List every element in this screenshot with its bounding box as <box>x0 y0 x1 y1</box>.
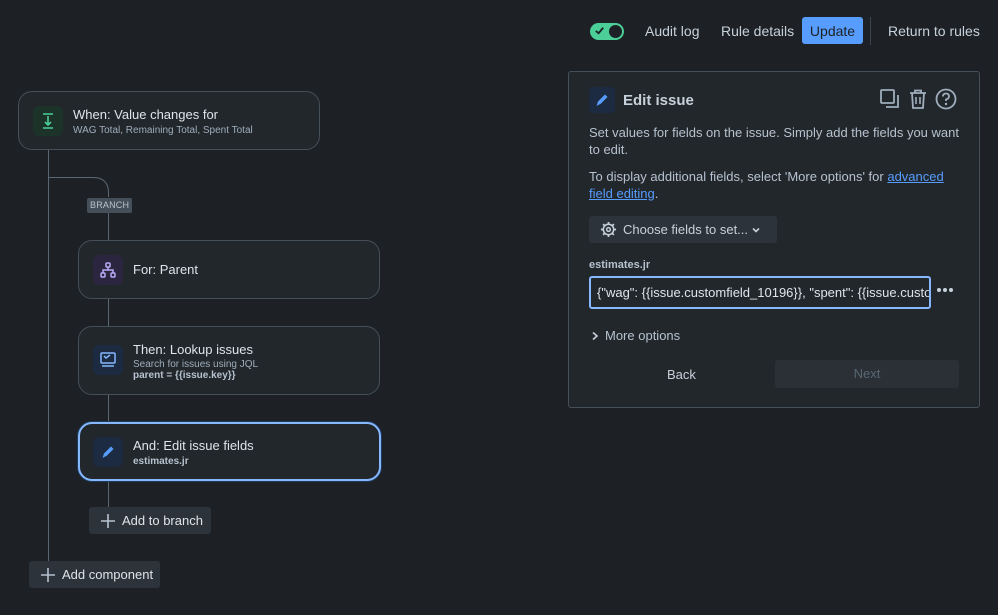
flow-connector <box>108 213 109 240</box>
flow-connector <box>48 177 94 178</box>
panel-title: Edit issue <box>623 92 694 109</box>
more-options-label: More options <box>605 328 681 343</box>
add-component-label: Add component <box>62 567 154 582</box>
advanced-hint-end: . <box>654 186 659 201</box>
choose-fields-dropdown[interactable]: Choose fields to set... <box>589 216 777 243</box>
divider <box>870 17 871 45</box>
estimates-jr-input[interactable]: {"wag": {{issue.customfield_10196}}, "sp… <box>589 276 931 309</box>
rule-details-button[interactable]: Rule details <box>711 17 804 45</box>
trigger-card[interactable]: When: Value changes for WAG Total, Remai… <box>18 91 320 150</box>
plus-icon <box>41 568 55 582</box>
add-to-branch-button[interactable]: Add to branch <box>89 507 211 534</box>
pencil-icon <box>93 437 123 467</box>
lookup-subtitle: Search for issues using JQL <box>133 359 259 370</box>
lookup-icon <box>93 345 123 375</box>
trigger-title: When: Value changes for <box>73 107 219 122</box>
flow-connector <box>108 480 109 508</box>
edit-issue-panel: Edit issue Set values for fields on the … <box>568 71 980 408</box>
branch-title: For: Parent <box>133 262 199 277</box>
hierarchy-icon <box>93 255 123 285</box>
add-to-branch-label: Add to branch <box>122 513 203 528</box>
field-label-estimates-jr: estimates.jr <box>589 259 651 271</box>
lookup-jql: parent = {{issue.key}} <box>133 370 236 381</box>
back-button[interactable]: Back <box>667 367 696 382</box>
flow-connector <box>48 149 49 561</box>
branch-card[interactable]: For: Parent <box>78 240 380 299</box>
plus-icon <box>101 514 115 528</box>
field-change-icon <box>33 106 63 136</box>
return-to-rules-button[interactable]: Return to rules <box>878 17 990 45</box>
more-options-toggle[interactable]: More options <box>589 328 680 343</box>
lookup-title: Then: Lookup issues <box>133 342 253 357</box>
update-button[interactable]: Update <box>802 17 863 44</box>
add-component-button[interactable]: Add component <box>29 561 160 588</box>
rule-enabled-toggle[interactable] <box>590 23 624 40</box>
edit-subtitle: estimates.jr <box>133 456 189 467</box>
gear-icon <box>600 221 617 238</box>
chevron-down-icon <box>752 227 760 233</box>
help-icon[interactable] <box>935 88 957 110</box>
advanced-hint-text: To display additional fields, select 'Mo… <box>589 169 888 184</box>
flow-connector-curve <box>92 177 109 197</box>
next-button[interactable]: Next <box>775 360 959 388</box>
panel-actions <box>879 88 957 110</box>
duplicate-icon[interactable] <box>879 88 901 110</box>
check-icon <box>595 27 604 35</box>
pencil-icon <box>589 87 615 113</box>
toggle-knob <box>609 25 622 38</box>
panel-description-advanced: To display additional fields, select 'Mo… <box>589 168 959 202</box>
trigger-subtitle: WAG Total, Remaining Total, Spent Total <box>73 125 253 136</box>
edit-issue-card[interactable]: And: Edit issue fields estimates.jr <box>78 422 381 481</box>
flow-connector <box>108 298 109 326</box>
flow-connector <box>108 394 109 422</box>
trash-icon[interactable] <box>907 88 929 110</box>
lookup-card[interactable]: Then: Lookup issues Search for issues us… <box>78 326 380 395</box>
chevron-right-icon <box>592 331 599 341</box>
more-icon[interactable] <box>935 282 955 298</box>
edit-title: And: Edit issue fields <box>133 438 254 453</box>
choose-fields-label: Choose fields to set... <box>623 222 749 237</box>
panel-description: Set values for fields on the issue. Simp… <box>589 125 959 157</box>
audit-log-button[interactable]: Audit log <box>635 17 709 45</box>
branch-tag: BRANCH <box>87 198 133 213</box>
top-bar: Audit log Rule details Update Return to … <box>0 17 998 45</box>
